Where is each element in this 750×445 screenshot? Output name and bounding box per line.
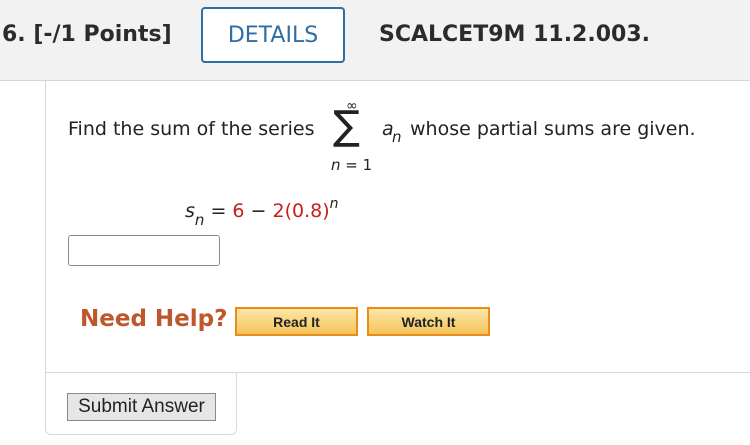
need-help-label: Need Help? bbox=[80, 306, 228, 332]
details-button[interactable]: DETAILS bbox=[201, 7, 345, 63]
partial-sum-subscript: n bbox=[194, 211, 205, 229]
question-number: 6. [-/1 Points] bbox=[2, 22, 172, 47]
problem-prompt-continued: whose partial sums are given. bbox=[410, 118, 696, 140]
sigma-lower-var: n bbox=[331, 156, 341, 174]
expression-constant: 6 bbox=[232, 200, 245, 222]
expression-exponent: n bbox=[329, 196, 339, 212]
read-it-button[interactable]: Read It bbox=[235, 307, 358, 336]
equals-sign: = bbox=[204, 200, 233, 222]
sigma-icon: ∑ bbox=[333, 103, 360, 149]
partial-sum-var: s bbox=[185, 200, 195, 222]
question-header: 6. [-/1 Points] DETAILS SCALCET9M 11.2.0… bbox=[0, 0, 750, 81]
expression-term: 2(0.8) bbox=[272, 200, 330, 222]
series-term-subscript: n bbox=[392, 128, 402, 146]
watch-it-button[interactable]: Watch It bbox=[367, 307, 490, 336]
submit-answer-button[interactable]: Submit Answer bbox=[67, 393, 216, 421]
sigma-lower-rest: = 1 bbox=[340, 156, 373, 174]
minus-sign: − bbox=[244, 200, 273, 222]
sigma-lower-limit: n = 1 bbox=[331, 156, 372, 174]
problem-prompt: Find the sum of the series bbox=[68, 118, 315, 140]
partial-sum-equation: sn = 6 − 2(0.8)n bbox=[185, 196, 339, 229]
question-code: SCALCET9M 11.2.003. bbox=[379, 22, 650, 47]
answer-input[interactable] bbox=[68, 235, 220, 266]
